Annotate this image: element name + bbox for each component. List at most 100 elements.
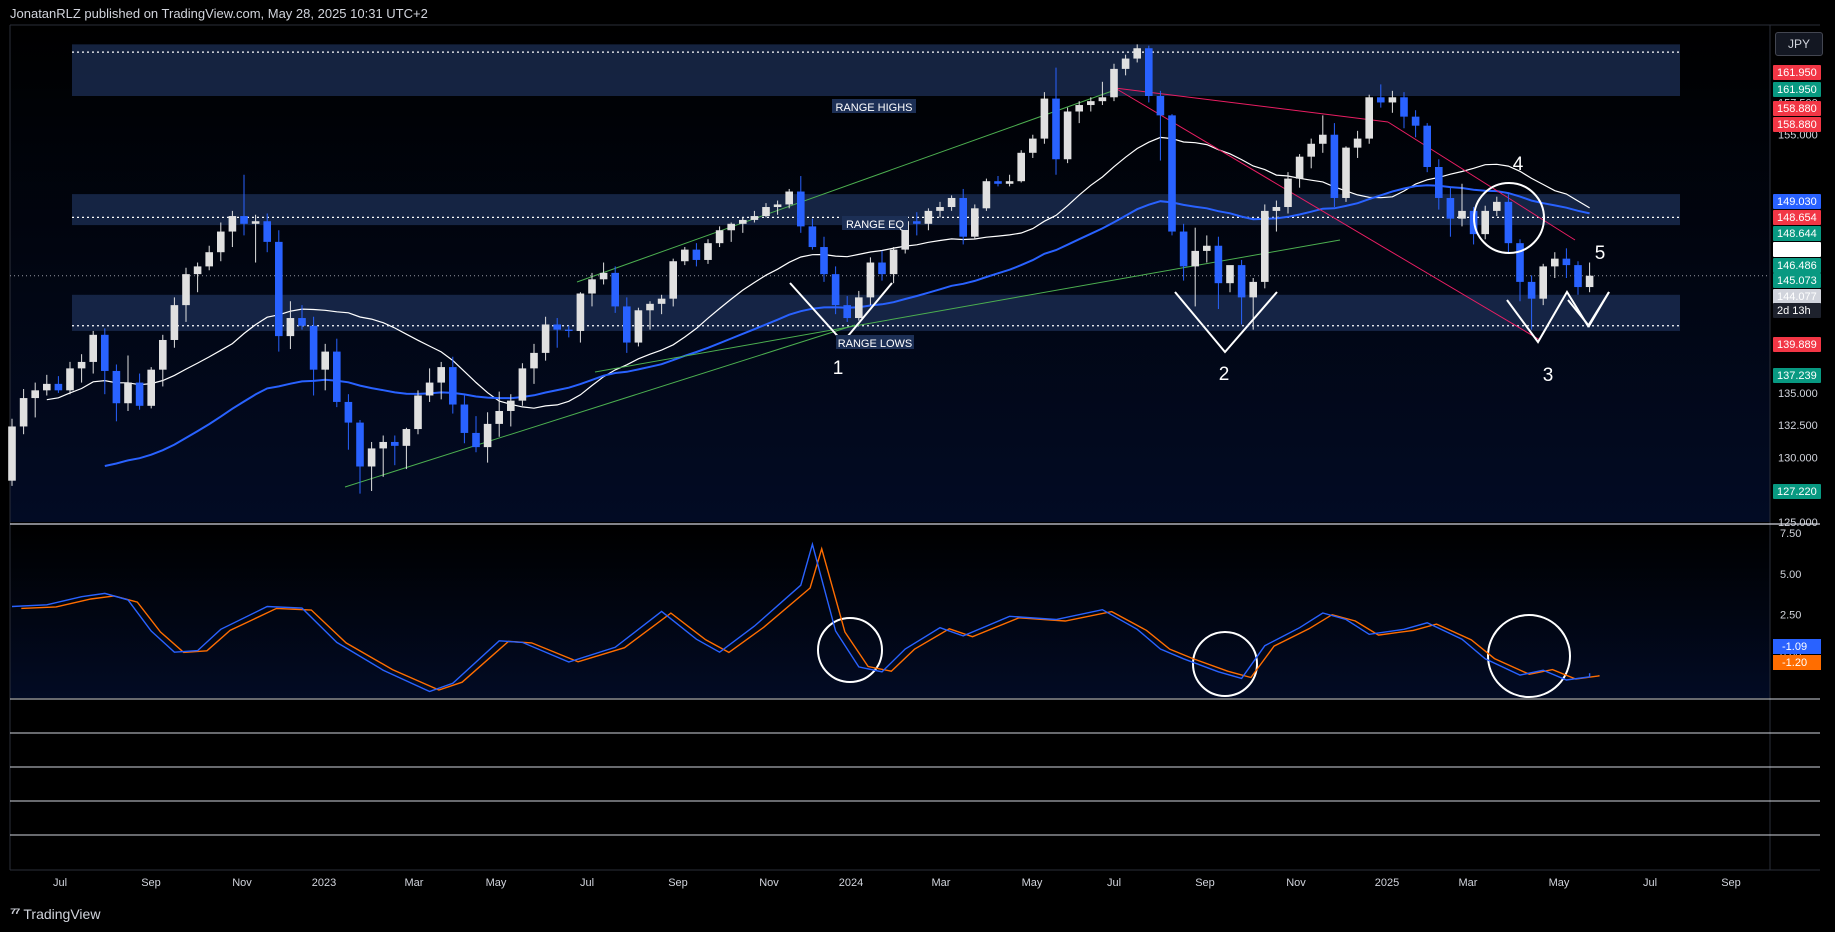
price-tag: 147.221 xyxy=(1773,242,1821,257)
range-highs-label: RANGE HIGHS xyxy=(835,102,912,114)
tradingview-mark-icon: ⁷⁷ xyxy=(10,905,20,922)
candle-body xyxy=(1400,97,1408,117)
candle-body xyxy=(611,272,619,307)
x-tick-label: May xyxy=(1022,877,1043,889)
candle-body xyxy=(124,382,132,404)
range-lows-label: RANGE LOWS xyxy=(838,338,913,350)
candle xyxy=(971,204,979,240)
candle-body xyxy=(982,181,991,209)
candle-body xyxy=(309,325,318,370)
price-tag: 158.880 xyxy=(1773,101,1821,116)
candle-body xyxy=(646,303,654,311)
candle-body xyxy=(1284,178,1292,208)
candle-body xyxy=(1481,210,1489,235)
candle-body xyxy=(1377,97,1385,103)
osc-y-tick-label: 5.00 xyxy=(1780,569,1801,581)
candle-body xyxy=(1214,245,1223,284)
candle-body xyxy=(762,207,770,217)
candle-body xyxy=(1516,243,1524,282)
price-tag-label: 149.030 xyxy=(1777,196,1817,208)
candle-body xyxy=(472,432,480,448)
price-tag-label: 161.950 xyxy=(1777,84,1817,96)
candle-body xyxy=(77,361,86,369)
candle-body xyxy=(1017,152,1025,182)
x-tick-label: Mar xyxy=(1459,877,1478,889)
candle-body xyxy=(228,216,237,232)
candle-body xyxy=(553,324,561,330)
candle-body xyxy=(135,382,144,406)
candle-body xyxy=(402,429,411,446)
candle-body xyxy=(379,441,387,449)
price-tag-label: 148.644 xyxy=(1777,228,1817,240)
y-tick-label: 135.000 xyxy=(1778,388,1818,400)
price-tag-label: 139.889 xyxy=(1777,339,1817,351)
candle xyxy=(1330,123,1339,208)
candle-body xyxy=(727,223,735,231)
currency-selector[interactable]: JPY xyxy=(1775,32,1823,56)
price-tag: 145.073 xyxy=(1773,273,1821,288)
candle-body xyxy=(750,216,759,220)
candle-body xyxy=(8,426,16,481)
candle-body xyxy=(298,318,306,326)
candle xyxy=(982,178,991,211)
candle-body xyxy=(1226,265,1234,284)
candle-body xyxy=(43,383,51,391)
x-tick-label: Nov xyxy=(232,877,252,889)
osc-y-tick-label: 2.50 xyxy=(1780,610,1801,622)
price-tag: 2d 13h xyxy=(1773,303,1821,318)
candle-body xyxy=(773,204,782,208)
candle-body xyxy=(391,441,399,446)
candle-body xyxy=(959,197,967,237)
candle xyxy=(1040,92,1049,144)
candle xyxy=(1342,146,1350,202)
price-tag-label: 137.239 xyxy=(1777,370,1817,382)
candle-body xyxy=(599,272,608,280)
candle-body xyxy=(692,249,701,260)
candle-body xyxy=(1203,245,1211,251)
candle-body xyxy=(739,219,747,224)
label-3: 3 xyxy=(1543,365,1554,386)
chart-canvas[interactable]: RANGE HIGHSRANGE EQRANGE LOWS12345157.50… xyxy=(0,0,1835,932)
candle-body xyxy=(855,297,863,319)
candle-body xyxy=(333,351,341,402)
candle-body xyxy=(437,367,445,383)
price-tag: 144.077 xyxy=(1773,289,1821,304)
candle-body xyxy=(971,208,979,237)
price-tag-label: 161.950 xyxy=(1777,67,1817,79)
x-tick-label: Mar xyxy=(932,877,951,889)
candle-body xyxy=(205,252,213,267)
candle-body xyxy=(576,293,585,331)
candle-body xyxy=(1319,134,1327,144)
candle-body xyxy=(112,370,121,404)
candle-body xyxy=(1342,147,1350,198)
candle-body xyxy=(1411,116,1420,126)
price-tag: 161.950 xyxy=(1773,65,1821,80)
label-2: 2 xyxy=(1219,364,1230,385)
candle-body xyxy=(147,369,155,406)
candle-body xyxy=(565,329,573,331)
candle-body xyxy=(1040,98,1049,139)
candle-body xyxy=(1539,266,1547,299)
candle-body xyxy=(495,410,503,424)
osc-k-tag: -1.09 xyxy=(1773,639,1821,654)
price-tag: 146.486 xyxy=(1773,258,1821,273)
candle-body xyxy=(1191,250,1199,267)
candle-body xyxy=(623,306,631,343)
candle-body xyxy=(89,334,97,362)
candle-body xyxy=(994,181,1002,184)
price-tag-label: 158.880 xyxy=(1777,119,1817,131)
candle-body xyxy=(217,231,225,253)
candle-body xyxy=(1237,265,1246,298)
label-1: 1 xyxy=(833,358,844,379)
candle-body xyxy=(1179,231,1188,267)
candle-body xyxy=(1098,97,1107,102)
price-tag: 148.644 xyxy=(1773,226,1821,241)
candle-body xyxy=(1527,281,1536,299)
candle-body xyxy=(831,274,840,306)
osc-k-tag-label: -1.09 xyxy=(1782,641,1807,653)
candle-body xyxy=(866,262,875,298)
tradingview-logo[interactable]: ⁷⁷ TradingView xyxy=(10,905,100,922)
x-tick-label: Nov xyxy=(1286,877,1306,889)
candle-body xyxy=(483,423,492,448)
x-tick-label: Mar xyxy=(405,877,424,889)
